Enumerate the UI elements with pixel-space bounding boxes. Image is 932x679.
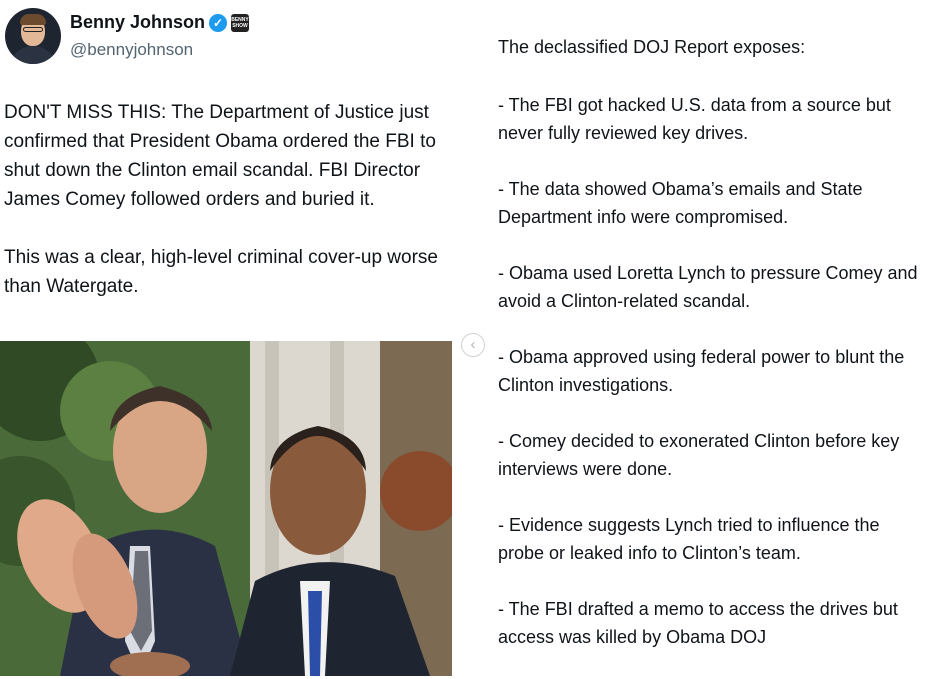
avatar-hair (20, 14, 46, 25)
tweet-paragraph: This was a clear, high-level criminal co… (4, 247, 438, 297)
tweet-text: DON'T MISS THIS: The Department of Justi… (4, 98, 449, 301)
list-item: - The FBI drafted a memo to access the d… (498, 599, 898, 647)
tweet-photo[interactable] (0, 341, 452, 676)
list-item: - The FBI got hacked U.S. data from a so… (498, 95, 891, 143)
affiliate-badge[interactable]: BENNY SHOW (231, 14, 249, 32)
author-handle[interactable]: @bennyjohnson (70, 40, 193, 60)
verified-check-icon[interactable]: ✓ (209, 14, 227, 32)
list-item: - Obama approved using federal power to … (498, 347, 905, 395)
list-item: - Evidence suggests Lynch tried to influ… (498, 515, 880, 563)
tweet-panel: Benny Johnson ✓ BENNY SHOW @bennyjohnson… (0, 0, 452, 676)
tweet-paragraph: DON'T MISS THIS: The Department of Justi… (4, 102, 436, 210)
list-item: - The data showed Obama’s emails and Sta… (498, 179, 863, 227)
avatar-shoulders (9, 46, 57, 64)
author-name[interactable]: Benny Johnson (70, 12, 205, 33)
photo-illustration (0, 341, 452, 676)
avatar[interactable] (5, 8, 61, 64)
report-title: The declassified DOJ Report exposes: (498, 37, 806, 57)
avatar-glasses (23, 27, 43, 32)
report-bullet-list: - The FBI got hacked U.S. data from a so… (498, 91, 928, 679)
list-item: - Comey decided to exonerated Clinton be… (498, 431, 900, 479)
list-item: - Obama used Loretta Lynch to pressure C… (498, 263, 918, 311)
